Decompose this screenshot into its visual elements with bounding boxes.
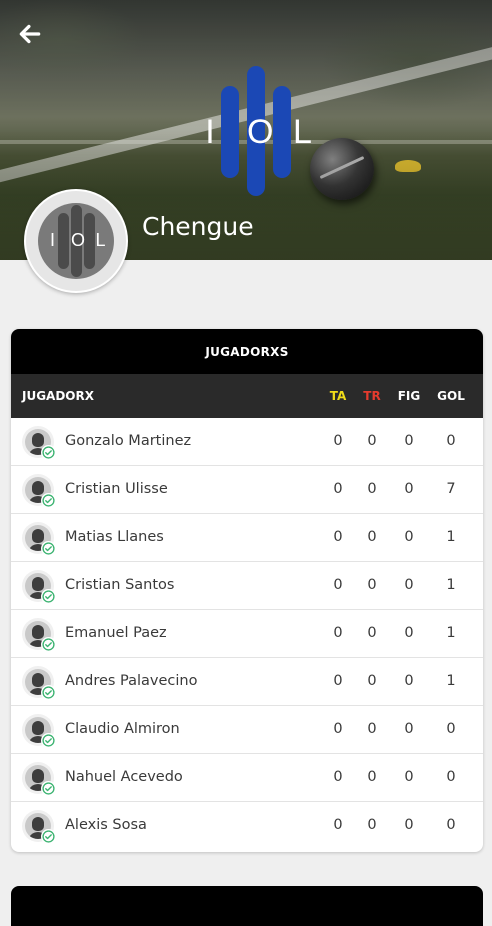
player-avatar xyxy=(22,570,56,604)
logo-letter: O xyxy=(247,113,274,151)
stat-fig: 0 xyxy=(404,721,414,737)
player-row[interactable]: Andres Palavecino 0 0 0 1 xyxy=(11,658,483,706)
column-header-gol: GOL xyxy=(437,389,465,403)
table-header: JUGADORX TA TR FIG GOL xyxy=(11,374,483,418)
player-name[interactable]: Claudio Almiron xyxy=(65,721,180,737)
logo-letter: L xyxy=(95,230,106,250)
player-row[interactable]: Cristian Ulisse 0 0 0 7 xyxy=(11,466,483,514)
player-name[interactable]: Matias Llanes xyxy=(65,529,164,545)
logo-letter: I xyxy=(205,113,215,151)
stat-tr: 0 xyxy=(367,433,377,449)
roster-card: JUGADORXS JUGADORX TA TR FIG GOL Gonzalo… xyxy=(11,329,483,852)
logo-letter: O xyxy=(71,230,86,250)
stat-fig: 0 xyxy=(404,529,414,545)
stat-fig: 0 xyxy=(404,433,414,449)
stat-fig: 0 xyxy=(404,817,414,833)
stat-tr: 0 xyxy=(367,529,377,545)
stat-fig: 0 xyxy=(404,625,414,641)
player-name[interactable]: Cristian Ulisse xyxy=(65,481,168,497)
player-row[interactable]: Matias Llanes 0 0 0 1 xyxy=(11,514,483,562)
team-name: Chengue xyxy=(142,212,254,241)
verified-check-icon xyxy=(41,589,56,604)
player-name[interactable]: Emanuel Paez xyxy=(65,625,167,641)
player-name[interactable]: Andres Palavecino xyxy=(65,673,198,689)
player-avatar xyxy=(22,474,56,508)
verified-check-icon xyxy=(41,685,56,700)
stat-gol: 1 xyxy=(446,673,456,689)
player-name[interactable]: Nahuel Acevedo xyxy=(65,769,183,785)
team-avatar: I O L xyxy=(24,189,128,293)
player-avatar xyxy=(22,666,56,700)
stat-tr: 0 xyxy=(367,769,377,785)
verified-check-icon xyxy=(41,445,56,460)
stat-tr: 0 xyxy=(367,721,377,737)
stat-tr: 0 xyxy=(367,625,377,641)
league-logo: I O L xyxy=(201,66,312,196)
player-name[interactable]: Cristian Santos xyxy=(65,577,174,593)
stat-gol: 1 xyxy=(446,577,456,593)
next-section-card xyxy=(11,886,483,926)
player-row[interactable]: Claudio Almiron 0 0 0 0 xyxy=(11,706,483,754)
column-header-player: JUGADORX xyxy=(22,389,94,403)
stat-fig: 0 xyxy=(404,769,414,785)
stat-fig: 0 xyxy=(404,673,414,689)
stat-gol: 0 xyxy=(446,817,456,833)
verified-check-icon xyxy=(41,781,56,796)
player-list: Gonzalo Martinez 0 0 0 0 Cristian Ulisse 0 0 0 7 M… xyxy=(11,418,483,849)
player-avatar xyxy=(22,714,56,748)
logo-letter: I xyxy=(49,230,55,250)
player-name[interactable]: Gonzalo Martinez xyxy=(65,433,191,449)
team-logo: I O L xyxy=(38,203,114,279)
verified-check-icon xyxy=(41,493,56,508)
stat-gol: 0 xyxy=(446,721,456,737)
column-header-tr: TR xyxy=(363,389,381,403)
player-row[interactable]: Nahuel Acevedo 0 0 0 0 xyxy=(11,754,483,802)
stat-fig: 0 xyxy=(404,481,414,497)
stat-gol: 0 xyxy=(446,433,456,449)
stat-gol: 1 xyxy=(446,625,456,641)
verified-check-icon xyxy=(41,829,56,844)
verified-check-icon xyxy=(41,733,56,748)
stat-tr: 0 xyxy=(367,673,377,689)
back-button[interactable] xyxy=(16,20,44,48)
logo-letter: L xyxy=(293,113,312,151)
player-row[interactable]: Emanuel Paez 0 0 0 1 xyxy=(11,610,483,658)
column-header-fig: FIG xyxy=(397,389,421,403)
arrow-left-icon xyxy=(19,24,41,44)
roster-title: JUGADORXS xyxy=(11,329,483,374)
stat-gol: 1 xyxy=(446,529,456,545)
player-avatar xyxy=(22,810,56,844)
stat-tr: 0 xyxy=(367,577,377,593)
player-avatar xyxy=(22,522,56,556)
player-avatar xyxy=(22,762,56,796)
player-row[interactable]: Gonzalo Martinez 0 0 0 0 xyxy=(11,418,483,466)
stat-gol: 7 xyxy=(446,481,456,497)
player-name[interactable]: Alexis Sosa xyxy=(65,817,147,833)
player-avatar xyxy=(22,618,56,652)
verified-check-icon xyxy=(41,541,56,556)
player-row[interactable]: Cristian Santos 0 0 0 1 xyxy=(11,562,483,610)
player-row[interactable]: Alexis Sosa 0 0 0 0 xyxy=(11,802,483,849)
player-avatar xyxy=(22,426,56,460)
stat-tr: 0 xyxy=(367,817,377,833)
stat-gol: 0 xyxy=(446,769,456,785)
verified-check-icon xyxy=(41,637,56,652)
stat-fig: 0 xyxy=(404,577,414,593)
stat-tr: 0 xyxy=(367,481,377,497)
